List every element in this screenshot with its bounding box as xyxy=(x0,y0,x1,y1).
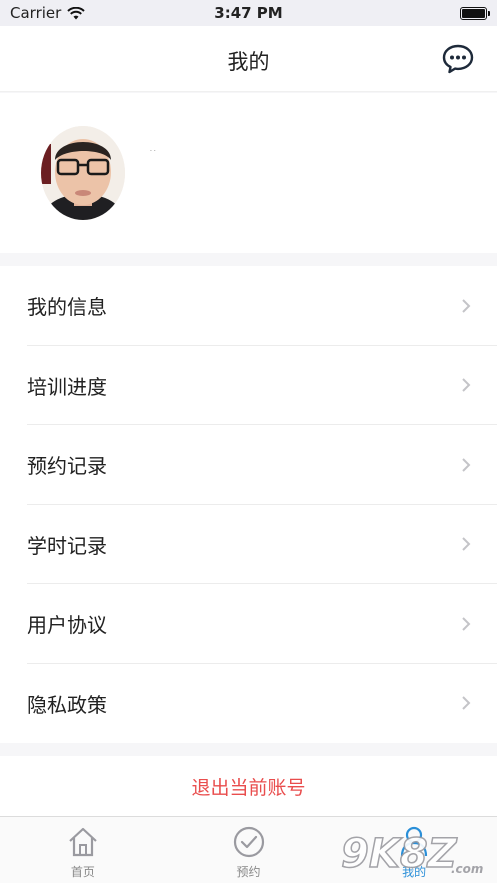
tab-label: 我的 xyxy=(402,865,427,879)
profile-header[interactable]: · · xyxy=(0,93,497,253)
chevron-right-icon xyxy=(462,299,471,313)
logout-button[interactable]: 退出当前账号 xyxy=(0,756,497,816)
menu-item-user-agreement[interactable]: 用户协议 xyxy=(0,584,497,664)
battery-icon xyxy=(460,6,490,20)
tab-label: 预约 xyxy=(236,865,261,879)
tab-mine[interactable]: 我的 xyxy=(331,817,497,883)
nickname: · · xyxy=(150,148,156,155)
chevron-right-icon xyxy=(462,537,471,551)
page-title: 我的 xyxy=(227,50,270,74)
menu-item-training-progress[interactable]: 培训进度 xyxy=(0,346,497,426)
person-icon xyxy=(401,826,428,857)
menu-item-booking-records[interactable]: 预约记录 xyxy=(0,425,497,505)
wifi-icon xyxy=(67,6,86,19)
menu-item-label: 培训进度 xyxy=(27,374,107,399)
status-bar: Carrier 3:47 PM xyxy=(0,0,497,26)
chevron-right-icon xyxy=(462,378,471,392)
logout-label: 退出当前账号 xyxy=(191,776,306,799)
carrier-label: Carrier xyxy=(10,4,62,22)
avatar[interactable] xyxy=(41,126,125,220)
nav-bar: 我的 xyxy=(0,26,497,92)
menu-item-label: 隐私政策 xyxy=(27,692,107,717)
home-icon xyxy=(69,827,97,857)
tab-bar: 首页 预约 我的 xyxy=(0,816,497,883)
tab-label: 首页 xyxy=(70,865,95,879)
menu-item-label: 学时记录 xyxy=(27,533,107,558)
menu-item-label: 用户协议 xyxy=(27,613,107,638)
menu-list: 我的信息 培训进度 预约记录 学时记录 用户协议 隐私政策 xyxy=(0,266,497,743)
menu-item-my-info[interactable]: 我的信息 xyxy=(0,266,497,346)
chevron-right-icon xyxy=(462,458,471,472)
menu-item-privacy-policy[interactable]: 隐私政策 xyxy=(0,664,497,744)
menu-item-label: 预约记录 xyxy=(27,454,107,479)
chat-bubble-icon[interactable] xyxy=(441,43,475,75)
chevron-right-icon xyxy=(462,696,471,710)
tab-home[interactable]: 首页 xyxy=(0,817,166,883)
check-circle-icon xyxy=(233,826,264,858)
tab-booking[interactable]: 预约 xyxy=(166,817,332,883)
menu-item-hours-records[interactable]: 学时记录 xyxy=(0,505,497,585)
menu-item-label: 我的信息 xyxy=(27,295,107,320)
chevron-right-icon xyxy=(462,617,471,631)
